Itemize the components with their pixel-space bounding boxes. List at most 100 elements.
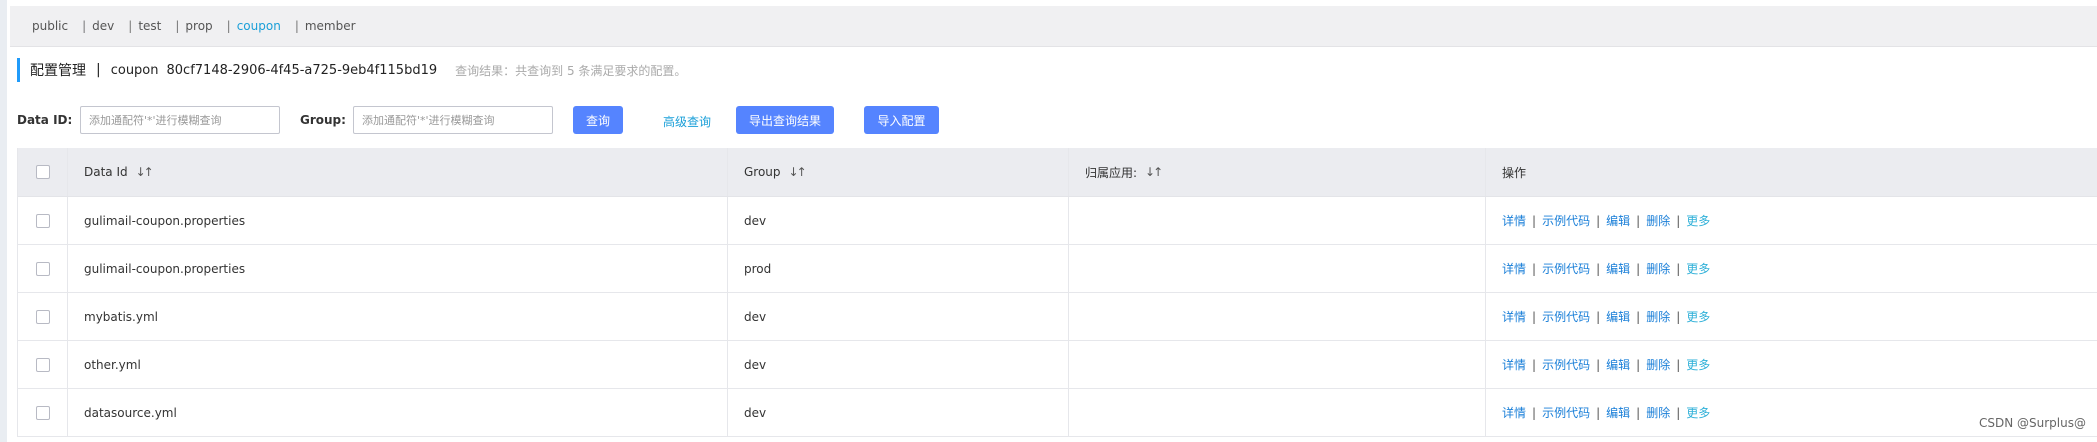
app-cell — [1069, 293, 1486, 340]
group-value: dev — [744, 213, 767, 228]
action-separator: | — [1676, 357, 1681, 372]
action-separator: | — [1532, 405, 1537, 420]
current-namespace-id: 80cf7148-2906-4f45-a725-9eb4f115bd19 — [166, 62, 438, 78]
action-separator: | — [1636, 357, 1641, 372]
header-group: Group ↓↑ — [728, 148, 1069, 196]
sample-code-link[interactable]: 示例代码 — [1542, 260, 1590, 277]
header-data-id: Data Id ↓↑ — [68, 148, 728, 196]
detail-link[interactable]: 详情 — [1502, 308, 1526, 325]
sort-icon[interactable]: ↓↑ — [136, 165, 154, 179]
sample-code-link[interactable]: 示例代码 — [1542, 404, 1590, 421]
action-separator: | — [1636, 405, 1641, 420]
edit-link[interactable]: 编辑 — [1606, 308, 1630, 325]
namespace-tab-coupon[interactable]: | coupon — [213, 19, 281, 33]
namespace-separator: | — [226, 19, 231, 33]
group-search-input[interactable] — [353, 106, 553, 134]
namespace-tab-label: prop — [185, 19, 213, 33]
header-app: 归属应用: ↓↑ — [1069, 148, 1486, 196]
sample-code-link[interactable]: 示例代码 — [1542, 356, 1590, 373]
namespace-tab-test[interactable]: | test — [114, 19, 161, 33]
namespace-tab-label: test — [138, 19, 162, 33]
data-id-cell: mybatis.yml — [68, 293, 728, 340]
header-ops-label: 操作 — [1502, 165, 1527, 180]
namespace-tab-member[interactable]: | member — [281, 19, 356, 33]
delete-link[interactable]: 删除 — [1646, 260, 1670, 277]
namespace-tab-prop[interactable]: | prop — [161, 19, 212, 33]
select-all-checkbox[interactable] — [35, 165, 50, 179]
sample-code-link[interactable]: 示例代码 — [1542, 212, 1590, 229]
data-id-cell: datasource.yml — [68, 389, 728, 436]
title-accent-bar — [17, 58, 20, 82]
row-checkbox-cell — [18, 197, 68, 244]
group-value: dev — [744, 405, 767, 420]
action-separator: | — [1596, 261, 1601, 276]
data-id-search-input[interactable] — [80, 106, 280, 134]
group-value: prod — [744, 261, 772, 276]
group-value: dev — [744, 357, 767, 372]
header-app-label: 归属应用: — [1085, 165, 1138, 180]
action-separator: | — [1596, 405, 1601, 420]
row-checkbox[interactable] — [35, 213, 50, 228]
app-cell — [1069, 389, 1486, 436]
data-id-label: Data ID: — [17, 113, 73, 127]
data-id-value: datasource.yml — [84, 405, 177, 420]
header-group-label: Group — [744, 165, 781, 179]
group-cell: dev — [728, 293, 1069, 340]
detail-link[interactable]: 详情 — [1502, 212, 1526, 229]
export-results-button[interactable]: 导出查询结果 — [736, 106, 834, 134]
more-link[interactable]: 更多 — [1686, 308, 1710, 325]
action-separator: | — [1532, 261, 1537, 276]
action-separator: | — [1676, 261, 1681, 276]
data-id-cell: gulimail-coupon.properties — [68, 197, 728, 244]
row-checkbox[interactable] — [35, 261, 50, 276]
row-checkbox[interactable] — [35, 309, 50, 324]
namespace-separator: | — [128, 19, 133, 33]
edit-link[interactable]: 编辑 — [1606, 260, 1630, 277]
edit-link[interactable]: 编辑 — [1606, 212, 1630, 229]
namespace-tab-dev[interactable]: | dev — [68, 19, 114, 33]
namespace-tab-label: public — [32, 19, 69, 33]
more-link[interactable]: 更多 — [1686, 404, 1710, 421]
more-link[interactable]: 更多 — [1686, 212, 1710, 229]
page-title: 配置管理 — [30, 63, 86, 79]
edit-link[interactable]: 编辑 — [1606, 404, 1630, 421]
data-id-cell: gulimail-coupon.properties — [68, 245, 728, 292]
delete-link[interactable]: 删除 — [1646, 356, 1670, 373]
action-separator: | — [1636, 261, 1641, 276]
data-id-value: gulimail-coupon.properties — [84, 213, 246, 228]
more-link[interactable]: 更多 — [1686, 356, 1710, 373]
advanced-query-link[interactable]: 高级查询 — [663, 113, 711, 130]
sort-icon[interactable]: ↓↑ — [1145, 165, 1163, 179]
row-checkbox[interactable] — [35, 357, 50, 372]
action-separator: | — [1636, 213, 1641, 228]
data-id-value: mybatis.yml — [84, 309, 158, 324]
row-checkbox[interactable] — [35, 405, 50, 420]
group-cell: prod — [728, 245, 1069, 292]
app-cell — [1069, 245, 1486, 292]
row-checkbox-cell — [18, 341, 68, 388]
ops-cell: 详情 | 示例代码 | 编辑 | 删除 | 更多 — [1486, 197, 2097, 244]
search-button[interactable]: 查询 — [573, 106, 623, 134]
delete-link[interactable]: 删除 — [1646, 404, 1670, 421]
data-id-value: gulimail-coupon.properties — [84, 261, 246, 276]
namespace-tab-label: dev — [92, 19, 115, 33]
namespace-tab-public[interactable]: | public — [32, 19, 68, 33]
delete-link[interactable]: 删除 — [1646, 212, 1670, 229]
detail-link[interactable]: 详情 — [1502, 260, 1526, 277]
header-ops: 操作 — [1486, 148, 2097, 196]
app-cell — [1069, 341, 1486, 388]
detail-link[interactable]: 详情 — [1502, 404, 1526, 421]
table-header: Data Id ↓↑ Group ↓↑ 归属应用: ↓↑ 操作 — [18, 148, 2097, 197]
detail-link[interactable]: 详情 — [1502, 356, 1526, 373]
table-row: mybatis.yml dev 详情 | 示例代码 | 编辑 | 删除 | 更多 — [18, 293, 2097, 341]
delete-link[interactable]: 删除 — [1646, 308, 1670, 325]
sort-icon[interactable]: ↓↑ — [789, 165, 807, 179]
action-separator: | — [1676, 405, 1681, 420]
table-row: datasource.yml dev 详情 | 示例代码 | 编辑 | 删除 | 更多 — [18, 389, 2097, 437]
sample-code-link[interactable]: 示例代码 — [1542, 308, 1590, 325]
edit-link[interactable]: 编辑 — [1606, 356, 1630, 373]
import-config-button[interactable]: 导入配置 — [864, 106, 939, 134]
action-separator: | — [1596, 213, 1601, 228]
more-link[interactable]: 更多 — [1686, 260, 1710, 277]
query-result-hint: 查询结果：共查询到 5 条满足要求的配置。 — [455, 63, 687, 78]
